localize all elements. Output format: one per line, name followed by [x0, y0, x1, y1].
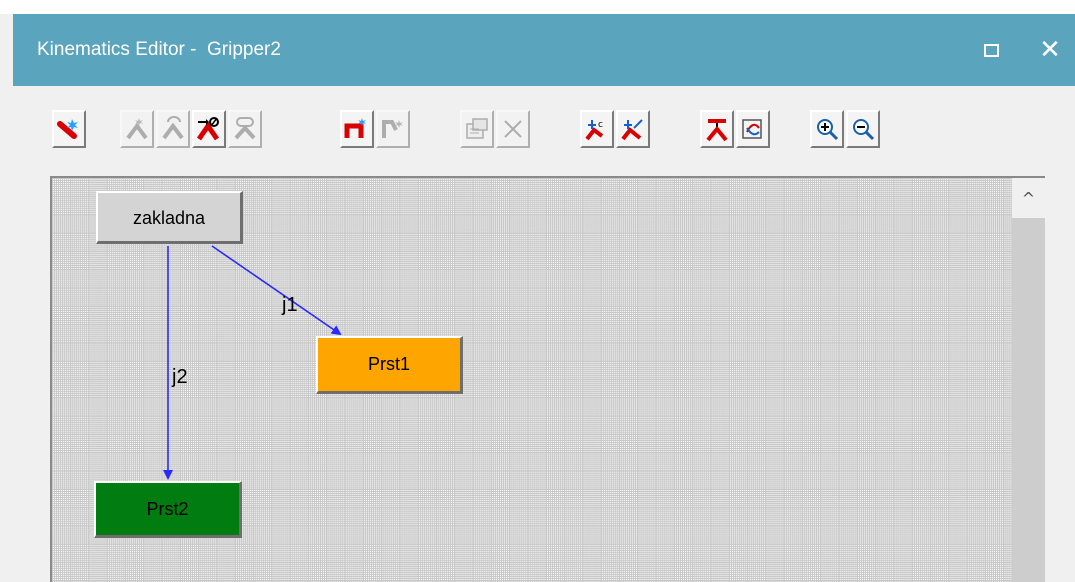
create-revolute-joint-icon	[126, 118, 148, 140]
close-icon: ✕	[1039, 35, 1061, 65]
window-title: Kinematics Editor - Gripper2	[37, 39, 281, 60]
crank-properties-icon	[382, 120, 403, 138]
properties-button[interactable]	[460, 110, 494, 148]
zoom-in-icon	[817, 119, 839, 141]
joint-jog-icon	[706, 119, 728, 142]
create-link-button[interactable]	[52, 110, 86, 148]
vertical-scrollbar[interactable]: ^	[1012, 178, 1045, 582]
zoom-in-button[interactable]	[810, 110, 844, 148]
create-prismatic-joint-icon	[162, 116, 184, 140]
create-crank-button[interactable]	[340, 110, 374, 148]
maximize-icon	[983, 43, 999, 57]
svg-text:c: c	[598, 120, 603, 130]
title-bar[interactable]: Kinematics Editor - Gripper2 ✕	[13, 14, 1075, 86]
edge-label-j1: j1	[282, 294, 298, 316]
create-link-icon	[57, 119, 78, 139]
zoom-out-icon	[853, 119, 875, 141]
create-joint-icon	[196, 117, 220, 141]
set-tcp-frame-button[interactable]: c	[580, 110, 614, 148]
joint-jog-button[interactable]	[700, 110, 734, 148]
link-node-prst1[interactable]: Prst1	[316, 336, 463, 394]
create-crank-icon	[344, 118, 366, 138]
create-prismatic-joint-button[interactable]	[156, 110, 190, 148]
refresh-button[interactable]	[736, 110, 770, 148]
set-base-frame-icon	[621, 119, 643, 141]
chevron-up-icon: ^	[1021, 188, 1036, 208]
maximize-button[interactable]	[973, 32, 1009, 68]
delete-icon	[504, 120, 522, 138]
create-revolute-joint-button[interactable]	[120, 110, 154, 148]
scroll-thumb[interactable]	[1012, 218, 1045, 582]
scroll-up-button[interactable]: ^	[1012, 178, 1045, 218]
crank-properties-button[interactable]	[376, 110, 410, 148]
refresh-icon	[742, 119, 762, 139]
window-top-margin	[0, 0, 1075, 14]
create-chain-joint-icon	[234, 117, 256, 140]
close-button[interactable]: ✕	[1032, 32, 1068, 68]
edge-label-j2: j2	[172, 366, 188, 388]
delete-button[interactable]	[496, 110, 530, 148]
link-node-prst2[interactable]: Prst2	[94, 481, 242, 538]
link-node-zakladna[interactable]: zakladna	[96, 191, 243, 244]
zoom-out-button[interactable]	[846, 110, 880, 148]
properties-icon	[466, 118, 488, 139]
create-joint-button[interactable]	[192, 110, 226, 148]
set-tcp-frame-icon: c	[585, 120, 604, 141]
create-chain-joint-button[interactable]	[228, 110, 262, 148]
set-base-frame-button[interactable]	[616, 110, 650, 148]
